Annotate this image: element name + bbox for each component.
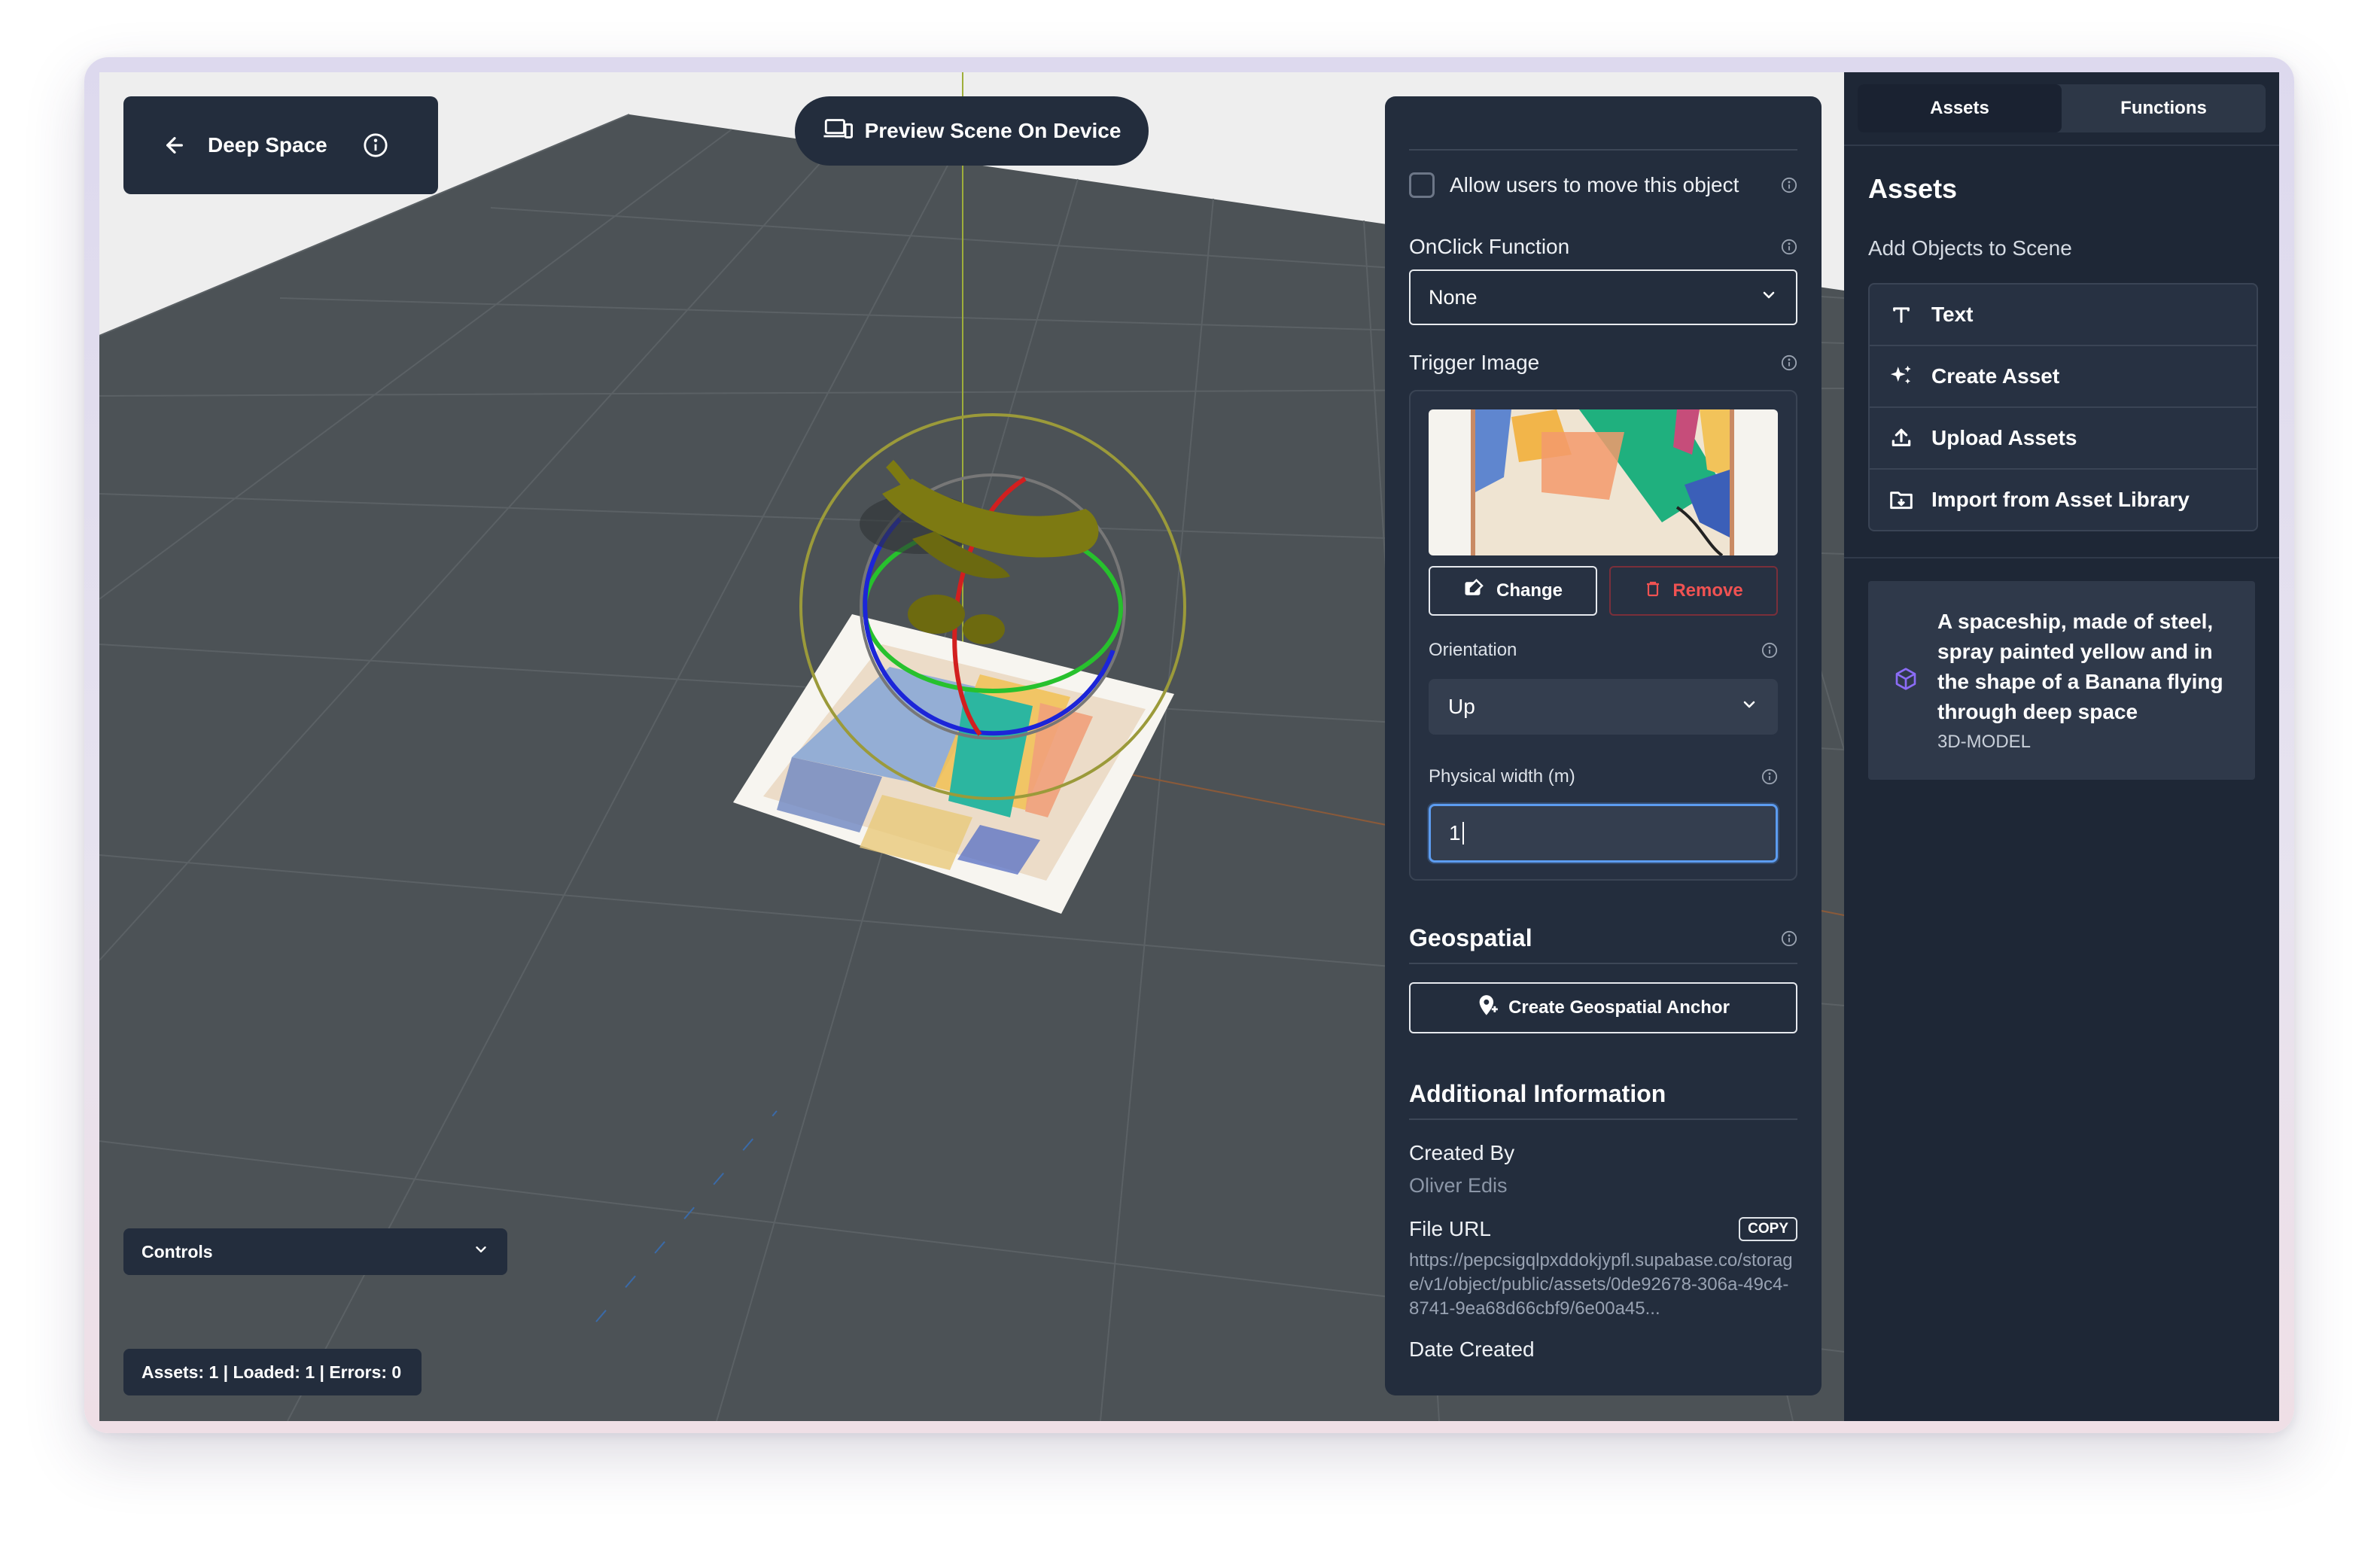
- remove-label: Remove: [1672, 580, 1743, 601]
- divider: [1409, 1118, 1797, 1120]
- onclick-value: None: [1429, 285, 1478, 309]
- trigger-image-label: Trigger Image: [1409, 351, 1540, 374]
- map-pin-plus-icon: [1477, 994, 1498, 1022]
- scene-viewport[interactable]: Deep Space Preview Scene On Device Contr…: [99, 72, 1844, 1421]
- divider: [1409, 149, 1797, 151]
- info-icon[interactable]: [1781, 355, 1797, 371]
- devices-icon: [823, 117, 853, 146]
- upload-icon: [1888, 425, 1915, 452]
- info-icon[interactable]: [1781, 239, 1797, 255]
- scene-title: Deep Space: [208, 133, 327, 157]
- geospatial-title: Geospatial: [1409, 924, 1532, 951]
- sidebar-tabs: Assets Functions: [1858, 84, 2266, 132]
- info-icon[interactable]: [1781, 177, 1797, 193]
- divider: [1409, 963, 1797, 964]
- trigger-image-thumbnail: [1429, 409, 1778, 555]
- trash-icon: [1644, 579, 1662, 604]
- scene-header-card: Deep Space: [123, 96, 438, 194]
- orientation-label: Orientation: [1429, 640, 1517, 660]
- chevron-down-icon: [473, 1241, 489, 1262]
- remove-image-button[interactable]: Remove: [1609, 566, 1778, 616]
- asset-load-stats: Assets: 1 | Loaded: 1 | Errors: 0: [123, 1349, 422, 1395]
- assets-title: Assets: [1868, 173, 1958, 204]
- divider: [1844, 557, 2279, 558]
- controls-dropdown[interactable]: Controls: [123, 1228, 507, 1275]
- back-arrow-icon[interactable]: [160, 130, 190, 160]
- orientation-header: Orientation: [1429, 640, 1778, 661]
- allow-move-label: Allow users to move this object: [1450, 173, 1739, 196]
- controls-label: Controls: [142, 1241, 213, 1261]
- onclick-header: OnClick Function: [1409, 235, 1797, 259]
- tab-functions[interactable]: Functions: [2062, 84, 2266, 132]
- info-icon[interactable]: [1761, 642, 1778, 659]
- menu-label: Text: [1931, 303, 1974, 326]
- upload-assets-item[interactable]: Upload Assets: [1870, 408, 2257, 470]
- file-url-label: File URL: [1409, 1217, 1491, 1240]
- physical-width-input[interactable]: 1: [1429, 804, 1778, 863]
- object-inspector-panel: Allow users to move this object OnClick …: [1385, 96, 1822, 1395]
- trigger-header: Trigger Image: [1409, 351, 1797, 375]
- asset-card[interactable]: A spaceship, made of steel, spray painte…: [1868, 581, 2255, 780]
- width-header: Physical width (m): [1429, 766, 1778, 787]
- stats-text: Assets: 1 | Loaded: 1 | Errors: 0: [142, 1362, 402, 1382]
- sparkle-icon: [1888, 363, 1915, 390]
- tab-assets[interactable]: Assets: [1858, 84, 2062, 132]
- assets-subtitle: Add Objects to Scene: [1868, 236, 2072, 260]
- created-by-value: Oliver Edis: [1409, 1174, 1508, 1197]
- import-library-item[interactable]: Import from Asset Library: [1870, 470, 2257, 530]
- folder-import-icon: [1888, 486, 1915, 513]
- additional-info-title: Additional Information: [1409, 1080, 1666, 1107]
- file-url-header: File URL COPY: [1409, 1217, 1797, 1241]
- trigger-image-box: Change Remove Orientation Up Physical wi…: [1409, 390, 1797, 881]
- add-objects-menu: Text Create Asset Upload Assets Import f…: [1868, 283, 2258, 531]
- file-url-value[interactable]: https://pepcsigqlpxddokjypfl.supabase.co…: [1409, 1249, 1797, 1321]
- physical-width-value: 1: [1449, 821, 1461, 845]
- text-cursor: [1462, 822, 1464, 845]
- change-image-button[interactable]: Change: [1429, 566, 1597, 616]
- chevron-down-icon: [1740, 695, 1758, 719]
- onclick-function-select[interactable]: None: [1409, 269, 1797, 325]
- onclick-label: OnClick Function: [1409, 235, 1570, 258]
- menu-label: Upload Assets: [1931, 426, 2077, 449]
- create-geospatial-anchor-button[interactable]: Create Geospatial Anchor: [1409, 982, 1797, 1033]
- app-window: Deep Space Preview Scene On Device Contr…: [99, 72, 2279, 1421]
- menu-label: Create Asset: [1931, 364, 2060, 388]
- asset-type: 3D-MODEL: [1937, 732, 2032, 752]
- divider: [1844, 145, 2279, 146]
- preview-on-device-button[interactable]: Preview Scene On Device: [795, 96, 1149, 166]
- menu-label: Import from Asset Library: [1931, 488, 2190, 511]
- allow-move-checkbox[interactable]: [1409, 172, 1435, 198]
- created-by-label: Created By: [1409, 1141, 1515, 1164]
- assets-sidebar: Assets Functions Assets Add Objects to S…: [1844, 72, 2279, 1421]
- geospatial-header: Geospatial: [1409, 924, 1797, 952]
- preview-label: Preview Scene On Device: [864, 119, 1122, 142]
- copy-url-button[interactable]: COPY: [1739, 1217, 1797, 1241]
- info-icon[interactable]: [1761, 768, 1778, 785]
- add-text-item[interactable]: Text: [1870, 285, 2257, 346]
- chevron-down-icon: [1760, 286, 1778, 309]
- create-asset-item[interactable]: Create Asset: [1870, 346, 2257, 408]
- geo-button-label: Create Geospatial Anchor: [1508, 997, 1730, 1018]
- asset-description: A spaceship, made of steel, spray painte…: [1937, 610, 2223, 723]
- physical-width-label: Physical width (m): [1429, 766, 1575, 787]
- allow-move-row: Allow users to move this object: [1409, 169, 1797, 202]
- orientation-select[interactable]: Up: [1429, 679, 1778, 735]
- orientation-value: Up: [1448, 695, 1475, 718]
- text-icon: [1888, 301, 1915, 328]
- change-label: Change: [1496, 580, 1563, 601]
- info-icon[interactable]: [361, 130, 391, 160]
- cube-icon: [1894, 667, 1918, 695]
- info-icon[interactable]: [1781, 930, 1797, 947]
- date-created-label: Date Created: [1409, 1338, 1535, 1361]
- edit-image-icon: [1463, 578, 1486, 604]
